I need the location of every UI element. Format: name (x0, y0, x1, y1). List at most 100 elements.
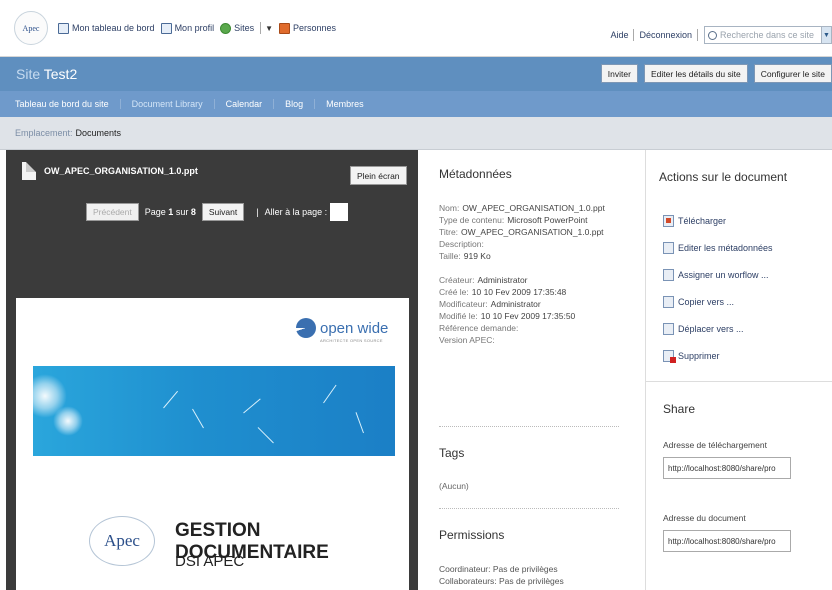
field-value: OW_APEC_ORGANISATION_1.0.ppt (461, 227, 604, 237)
divider (439, 508, 619, 509)
tab-site-dashboard[interactable]: Tableau de bord du site (0, 99, 121, 109)
breadcrumb: Emplacement: Documents (0, 117, 832, 150)
file-name: OW_APEC_ORGANISATION_1.0.ppt (22, 162, 198, 180)
search-icon (708, 30, 717, 40)
field-value: 919 Ko (463, 251, 491, 261)
slide-subtitle: DSI APEC (175, 553, 245, 570)
field-key: Description: (439, 239, 484, 249)
field-key: Créé le: (439, 287, 469, 297)
invite-button[interactable]: Inviter (600, 64, 638, 83)
field-key: Taille: (439, 251, 461, 261)
dandelion-strand (243, 398, 261, 414)
action-label: Editer les métadonnées (678, 242, 773, 253)
site-navigation: Tableau de bord du site Document Library… (0, 91, 832, 117)
metadata-panel: Métadonnées Nom: OW_APEC_ORGANISATION_1.0… (418, 150, 646, 590)
tags-value: (Aucun) (439, 481, 469, 491)
sites-icon (220, 22, 232, 34)
breadcrumb-documents[interactable]: Documents (76, 128, 122, 138)
field-key: Créateur: (439, 275, 475, 285)
field-value: 10 10 Fev 2009 17:35:48 (471, 287, 567, 297)
file-icon (22, 162, 36, 180)
previous-page-button[interactable]: Précédent (86, 203, 139, 221)
field-key: Type de contenu: (439, 215, 505, 225)
download-url-field[interactable]: http://localhost:8080/share/pro (663, 457, 791, 479)
search-input[interactable]: Recherche dans ce site (704, 26, 822, 44)
dandelion-strand (257, 427, 274, 444)
permission-role: Coordinateur: (439, 564, 491, 574)
logo-text: Apec (22, 23, 40, 33)
action-label: Copier vers ... (678, 296, 735, 307)
action-edit-metadata[interactable]: Editer les métadonnées (663, 234, 773, 261)
top-header: Apec Mon tableau de bord Mon profil Site… (0, 0, 832, 57)
slide-apec-logo: Apec (89, 516, 155, 566)
nav-people[interactable]: Personnes (279, 22, 337, 34)
link-divider (633, 29, 635, 41)
site-bar: Site Test2 Inviter Editer les détails du… (0, 57, 832, 91)
field-key: Modifié le: (439, 311, 478, 321)
delete-icon (663, 349, 676, 363)
metadata-row: Version APEC: (439, 334, 605, 346)
metadata-row: Créé le: 10 10 Fev 2009 17:35:48 (439, 286, 605, 298)
metadata-row: Modificateur: Administrator (439, 298, 605, 310)
field-value: Administrator (477, 275, 528, 285)
profile-icon (160, 22, 172, 34)
action-label: Déplacer vers ... (678, 323, 744, 334)
page-indicator: Page 1 sur 8 (145, 207, 196, 217)
tab-document-library[interactable]: Document Library (121, 99, 215, 109)
configure-site-button[interactable]: Configurer le site (753, 64, 832, 83)
field-key: Modificateur: (439, 299, 488, 309)
action-assign-workflow[interactable]: Assigner un worflow ... (663, 261, 773, 288)
tab-members[interactable]: Membres (315, 99, 375, 109)
page-of: sur (175, 207, 189, 217)
action-delete[interactable]: Supprimer (663, 342, 773, 369)
permission-row: Collaborateurs: Pas de privilèges (439, 575, 564, 587)
help-link[interactable]: Aide (610, 30, 628, 40)
tab-blog[interactable]: Blog (274, 99, 316, 109)
apec-logo[interactable]: Apec (14, 11, 48, 45)
metadata-fields: Nom: OW_APEC_ORGANISATION_1.0.ppt Type de… (439, 202, 605, 346)
site-title: Site Test2 (16, 66, 77, 82)
goto-page-label: Aller à la page : (264, 207, 328, 217)
nav-sites[interactable]: Sites (220, 22, 254, 34)
link-divider (697, 29, 698, 41)
field-key: Titre: (439, 227, 459, 237)
metadata-row: Nom: OW_APEC_ORGANISATION_1.0.ppt (439, 202, 605, 214)
page-current: 1 (168, 207, 174, 217)
nav-divider (260, 22, 262, 34)
edit-metadata-icon (663, 241, 674, 254)
nav-dashboard[interactable]: Mon tableau de bord (58, 22, 155, 34)
dashboard-icon (58, 22, 69, 34)
top-nav: Mon tableau de bord Mon profil Sites ▼ P… (58, 22, 342, 34)
nav-dashboard-label: Mon tableau de bord (72, 23, 155, 33)
tab-calendar[interactable]: Calendar (215, 99, 275, 109)
field-value: OW_APEC_ORGANISATION_1.0.ppt (462, 203, 605, 213)
sites-dropdown-caret-icon[interactable]: ▼ (265, 24, 273, 33)
permission-row: Coordinateur: Pas de privilèges (439, 563, 564, 575)
action-copy-to[interactable]: Copier vers ... (663, 288, 773, 315)
document-url-field[interactable]: http://localhost:8080/share/pro (663, 530, 791, 552)
share-heading: Share (663, 402, 696, 416)
nav-people-label: Personnes (293, 23, 337, 33)
logout-link[interactable]: Déconnexion (639, 30, 692, 40)
pager: Précédent Page 1 sur 8 Suivant | Aller à… (86, 203, 349, 221)
search-placeholder: Recherche dans ce site (720, 30, 815, 40)
search-dropdown-button[interactable]: ▼ (822, 26, 832, 44)
edit-site-details-button[interactable]: Editer les détails du site (643, 64, 748, 83)
action-move-to[interactable]: Déplacer vers ... (663, 315, 773, 342)
dandelion-banner-image (33, 366, 395, 456)
fullscreen-button[interactable]: Plein écran (350, 166, 407, 185)
people-icon (279, 22, 291, 34)
next-page-button[interactable]: Suivant (201, 203, 245, 221)
action-download[interactable]: Télécharger (663, 207, 773, 234)
download-icon (663, 214, 674, 227)
slide-preview: open wide ARCHITECTE OPEN SOURCE Apec GE… (16, 298, 409, 590)
page-total: 8 (190, 207, 196, 217)
open-wide-logo: open wide (296, 318, 388, 338)
nav-profile[interactable]: Mon profil (160, 22, 214, 34)
metadata-row: Taille: 919 Ko (439, 250, 605, 262)
breadcrumb-label: Emplacement: (15, 128, 73, 138)
divider (439, 426, 619, 427)
goto-page-input[interactable] (330, 203, 349, 221)
action-label: Supprimer (678, 350, 720, 361)
metadata-spacer (439, 262, 605, 274)
